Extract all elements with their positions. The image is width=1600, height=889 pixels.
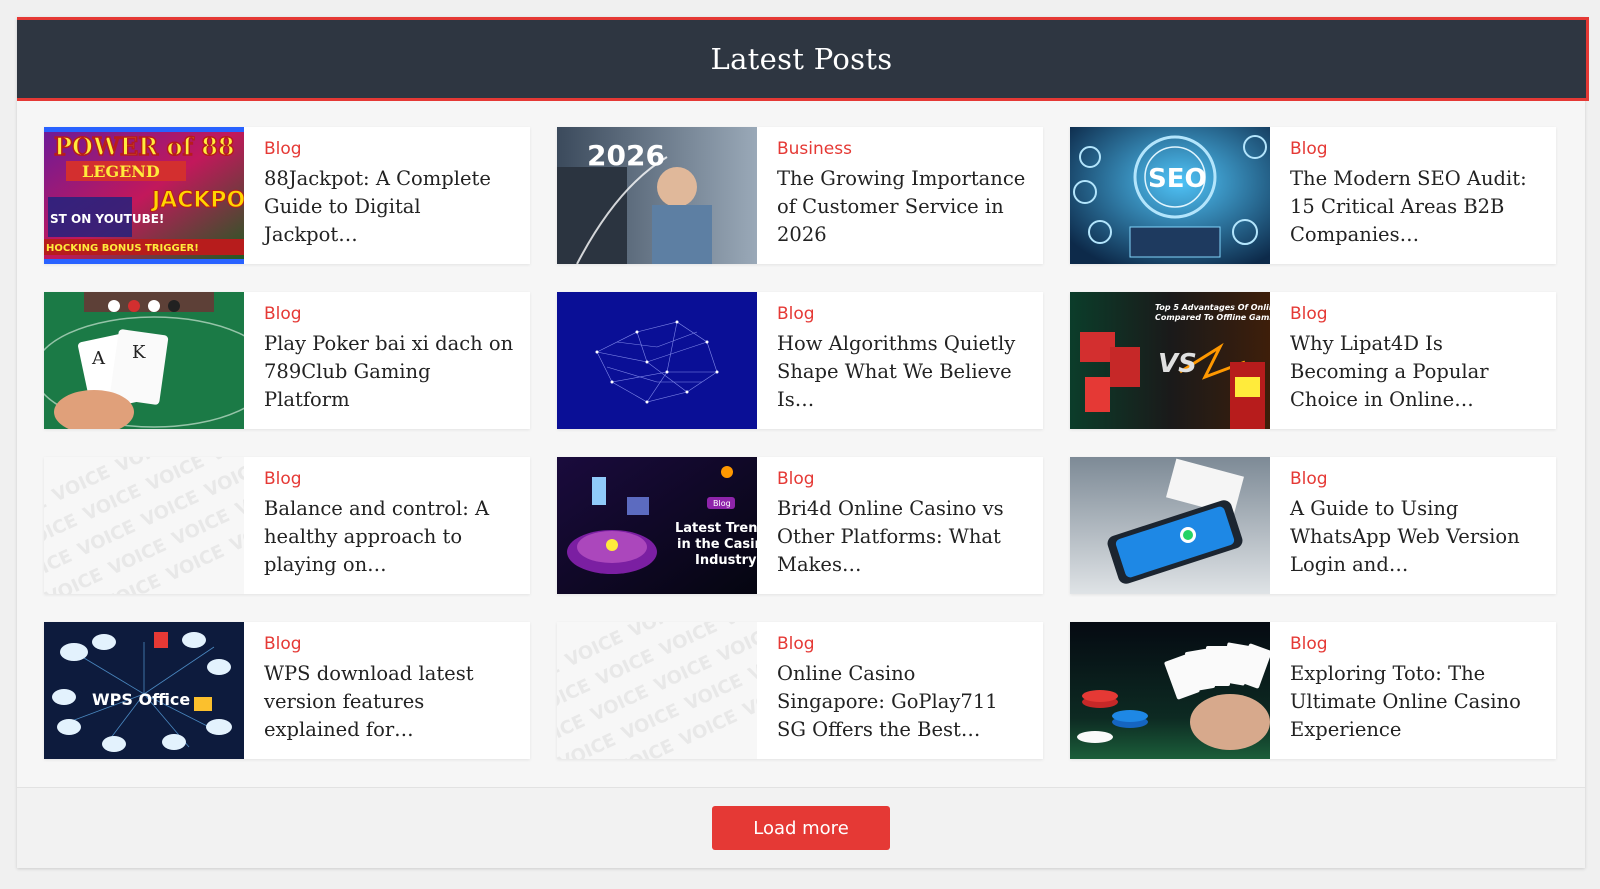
post-thumbnail[interactable]: VOICE VOICE VOICE VOICE VOICE VOICE VOICE VOIC… bbox=[557, 622, 757, 759]
posts-grid: POWER of 88 LEGEND JACKPO ST ON YOUTUBE!… bbox=[44, 127, 1556, 759]
svg-text:A: A bbox=[91, 348, 106, 369]
post-category[interactable]: Blog bbox=[1290, 634, 1542, 654]
post-card[interactable]: Blog A Guide to Using WhatsApp Web Versi… bbox=[1070, 457, 1556, 594]
post-thumbnail[interactable]: Top 5 Advantages Of Onlin Compared To Of… bbox=[1070, 292, 1270, 429]
post-thumbnail[interactable]: Blog Latest Trend in the Casin Industry bbox=[557, 457, 757, 594]
post-category[interactable]: Blog bbox=[777, 634, 1029, 654]
post-title[interactable]: The Modern SEO Audit: 15 Critical Areas … bbox=[1290, 165, 1542, 249]
svg-text:POWER of 88: POWER of 88 bbox=[54, 132, 235, 161]
svg-text:Blog: Blog bbox=[713, 499, 731, 508]
post-thumbnail[interactable]: VOICE VOICE VOICE VOICE VOICE VOICE VOICE VOIC… bbox=[44, 457, 244, 594]
post-card[interactable]: VOICE VOICE VOICE VOICE VOICE VOICE VOICE VOIC… bbox=[44, 457, 530, 594]
widget-footer: Load more bbox=[17, 787, 1585, 868]
svg-text:2026: 2026 bbox=[587, 139, 665, 172]
svg-text:JACKPO: JACKPO bbox=[150, 188, 244, 213]
post-card[interactable]: 2026 Business The Growing Importance of … bbox=[557, 127, 1043, 264]
post-title[interactable]: Play Poker bai xi dach on 789Club Gaming… bbox=[264, 330, 516, 414]
post-card[interactable]: Blog Exploring Toto: The Ultimate Online… bbox=[1070, 622, 1556, 759]
post-thumbnail[interactable]: 2026 bbox=[557, 127, 757, 264]
svg-text:Industry: Industry bbox=[695, 553, 757, 568]
svg-text:K: K bbox=[132, 342, 146, 363]
post-card[interactable]: Top 5 Advantages Of Onlin Compared To Of… bbox=[1070, 292, 1556, 429]
post-title[interactable]: How Algorithms Quietly Shape What We Bel… bbox=[777, 330, 1029, 414]
latest-posts-widget: Latest Posts POWER of 88 LEGEND JACKPO S… bbox=[17, 17, 1589, 868]
post-thumbnail[interactable]: WPS Office bbox=[44, 622, 244, 759]
post-category[interactable]: Blog bbox=[777, 469, 1029, 489]
load-more-button[interactable]: Load more bbox=[712, 806, 890, 850]
post-title[interactable]: The Growing Importance of Customer Servi… bbox=[777, 165, 1029, 249]
svg-text:VS: VS bbox=[1158, 349, 1197, 379]
post-category[interactable]: Blog bbox=[1290, 139, 1542, 159]
svg-text:ST ON YOUTUBE!: ST ON YOUTUBE! bbox=[50, 212, 164, 226]
post-category[interactable]: Blog bbox=[1290, 304, 1542, 324]
svg-text:Compared To Offline Gambli: Compared To Offline Gambli bbox=[1155, 313, 1270, 322]
post-card[interactable]: WPS Office Blog WPS download latest vers… bbox=[44, 622, 530, 759]
svg-text:SEO: SEO bbox=[1148, 164, 1207, 194]
post-thumbnail[interactable] bbox=[557, 292, 757, 429]
post-card[interactable]: A K Blog Play Poker bai xi dach on 789Cl… bbox=[44, 292, 530, 429]
post-category[interactable]: Blog bbox=[1290, 469, 1542, 489]
post-thumbnail[interactable] bbox=[1070, 622, 1270, 759]
post-title[interactable]: Balance and control: A healthy approach … bbox=[264, 495, 516, 579]
svg-text:WPS Office: WPS Office bbox=[92, 690, 190, 709]
post-card[interactable]: POWER of 88 LEGEND JACKPO ST ON YOUTUBE!… bbox=[44, 127, 530, 264]
post-thumbnail[interactable]: SEO bbox=[1070, 127, 1270, 264]
post-category[interactable]: Blog bbox=[264, 139, 516, 159]
post-card[interactable]: Blog Latest Trend in the Casin Industry … bbox=[557, 457, 1043, 594]
svg-text:HOCKING BONUS TRIGGER!: HOCKING BONUS TRIGGER! bbox=[46, 243, 199, 254]
svg-text:in the Casin: in the Casin bbox=[677, 537, 757, 552]
widget-header: Latest Posts bbox=[17, 17, 1589, 101]
post-title[interactable]: A Guide to Using WhatsApp Web Version Lo… bbox=[1290, 495, 1542, 579]
post-category[interactable]: Business bbox=[777, 139, 1029, 159]
post-thumbnail[interactable]: POWER of 88 LEGEND JACKPO ST ON YOUTUBE!… bbox=[44, 127, 244, 264]
post-category[interactable]: Blog bbox=[264, 304, 516, 324]
post-category[interactable]: Blog bbox=[264, 634, 516, 654]
svg-text:LEGEND: LEGEND bbox=[82, 162, 160, 181]
post-thumbnail[interactable] bbox=[1070, 457, 1270, 594]
post-title[interactable]: Exploring Toto: The Ultimate Online Casi… bbox=[1290, 660, 1542, 744]
post-title[interactable]: WPS download latest version features exp… bbox=[264, 660, 516, 744]
post-title[interactable]: Bri4d Online Casino vs Other Platforms: … bbox=[777, 495, 1029, 579]
svg-text:Top 5 Advantages Of Onlin: Top 5 Advantages Of Onlin bbox=[1155, 303, 1270, 312]
widget-title: Latest Posts bbox=[710, 42, 893, 76]
svg-text:Latest Trend: Latest Trend bbox=[675, 521, 757, 536]
post-title[interactable]: 88Jackpot: A Complete Guide to Digital J… bbox=[264, 165, 516, 249]
post-thumbnail[interactable]: A K bbox=[44, 292, 244, 429]
post-category[interactable]: Blog bbox=[264, 469, 516, 489]
post-category[interactable]: Blog bbox=[777, 304, 1029, 324]
post-card[interactable]: VOICE VOICE VOICE VOICE VOICE VOICE VOICE VOIC… bbox=[557, 622, 1043, 759]
post-title[interactable]: Online Casino Singapore: GoPlay711 SG Of… bbox=[777, 660, 1029, 744]
post-title[interactable]: Why Lipat4D Is Becoming a Popular Choice… bbox=[1290, 330, 1542, 414]
post-card[interactable]: SEO Blog The Modern SEO Audit: 15 Critic… bbox=[1070, 127, 1556, 264]
post-card[interactable]: Blog How Algorithms Quietly Shape What W… bbox=[557, 292, 1043, 429]
